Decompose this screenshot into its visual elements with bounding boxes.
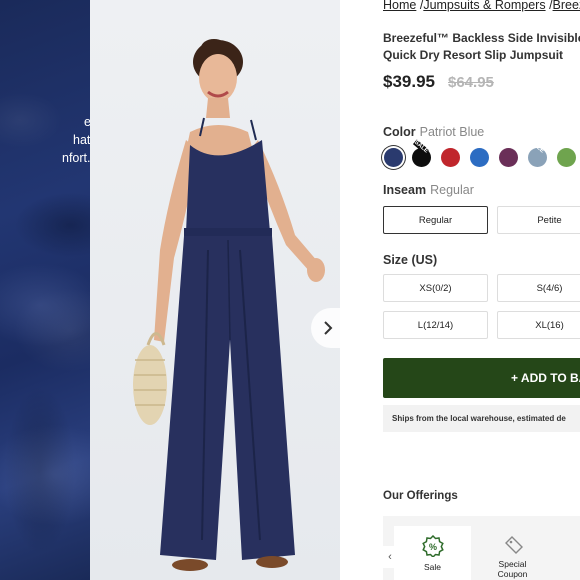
size-option-xl[interactable]: XL(16) bbox=[497, 311, 580, 339]
color-swatch-grey-blue[interactable]: SALE bbox=[528, 140, 547, 167]
color-swatch-plum[interactable] bbox=[499, 148, 518, 167]
offer-card-free[interactable]: Fr bbox=[554, 526, 580, 580]
product-title-line: Breezeful™ Backless Side Invisible Z bbox=[383, 31, 580, 45]
size-option-s[interactable]: S(4/6) bbox=[497, 274, 580, 302]
fabric-caption-line: nfort. bbox=[62, 151, 90, 165]
offer-card-sale[interactable]: % Sale bbox=[394, 526, 471, 580]
product-photo[interactable] bbox=[90, 0, 340, 580]
color-swatch-patriot-blue[interactable] bbox=[384, 148, 403, 167]
size-option-l[interactable]: L(12/14) bbox=[383, 311, 488, 339]
offer-card-coupon[interactable]: Special Coupon bbox=[474, 526, 551, 580]
chevron-right-icon bbox=[324, 321, 333, 335]
offerings-title: Our Offerings bbox=[383, 490, 458, 502]
color-swatch-green[interactable] bbox=[557, 148, 576, 167]
offer-card-label: Special bbox=[498, 559, 527, 569]
selected-inseam: Regular bbox=[430, 183, 474, 197]
breadcrumb-category-link[interactable]: Jumpsuits & Rompers bbox=[423, 0, 545, 12]
color-label-text: Color bbox=[383, 125, 416, 139]
product-title-line: Quick Dry Resort Slip Jumpsuit bbox=[383, 48, 564, 62]
product-title: Breezeful™ Backless Side Invisible Z Qui… bbox=[383, 30, 580, 64]
inseam-option-regular[interactable]: Regular bbox=[383, 206, 488, 234]
chevron-left-icon: ‹ bbox=[388, 551, 392, 563]
original-price: $64.95 bbox=[448, 74, 494, 91]
offerings-carousel: ‹ % Sale Special Coupon Fr bbox=[383, 516, 580, 580]
size-label: Size (US) bbox=[383, 253, 438, 267]
offer-card-label: Fr bbox=[554, 559, 580, 569]
selected-color-name: Patriot Blue bbox=[419, 125, 485, 139]
svg-text:%: % bbox=[428, 542, 436, 552]
offer-card-label: Coupon bbox=[497, 569, 528, 579]
add-to-bag-button[interactable]: + ADD TO BA bbox=[383, 358, 580, 398]
breadcrumb-current-link[interactable]: Breezef bbox=[553, 0, 580, 12]
model-in-jumpsuit-illustration bbox=[133, 39, 325, 571]
fabric-caption: e. hat nfort. bbox=[0, 113, 90, 167]
sale-badge: SALE bbox=[528, 139, 546, 155]
color-swatch-blue[interactable] bbox=[470, 148, 489, 167]
coupon-tag-icon bbox=[504, 536, 523, 554]
inseam-option-petite[interactable]: Petite bbox=[497, 206, 580, 234]
breadcrumb: Home /Jumpsuits & Rompers /Breezef bbox=[383, 0, 580, 12]
color-swatch-red[interactable] bbox=[441, 148, 460, 167]
shipping-note: Ships from the local warehouse, estimate… bbox=[383, 405, 580, 432]
sale-price: $39.95 bbox=[383, 72, 435, 91]
offer-card-label: Sale bbox=[423, 562, 441, 572]
fabric-caption-line: hat bbox=[73, 133, 90, 147]
inseam-label: Inseam Regular bbox=[383, 183, 474, 197]
breadcrumb-home-link[interactable]: Home bbox=[383, 0, 416, 12]
size-option-xs[interactable]: XS(0/2) bbox=[383, 274, 488, 302]
product-info-panel: Home /Jumpsuits & Rompers /Breezef Breez… bbox=[340, 0, 580, 580]
inseam-label-text: Inseam bbox=[383, 183, 427, 197]
color-swatch-black[interactable]: SALE bbox=[412, 139, 431, 167]
fabric-detail-image: e. hat nfort. bbox=[0, 0, 90, 580]
color-label: Color Patriot Blue bbox=[383, 125, 484, 139]
discount-percent-icon: % bbox=[421, 534, 444, 559]
sale-badge: SALE bbox=[412, 139, 430, 155]
